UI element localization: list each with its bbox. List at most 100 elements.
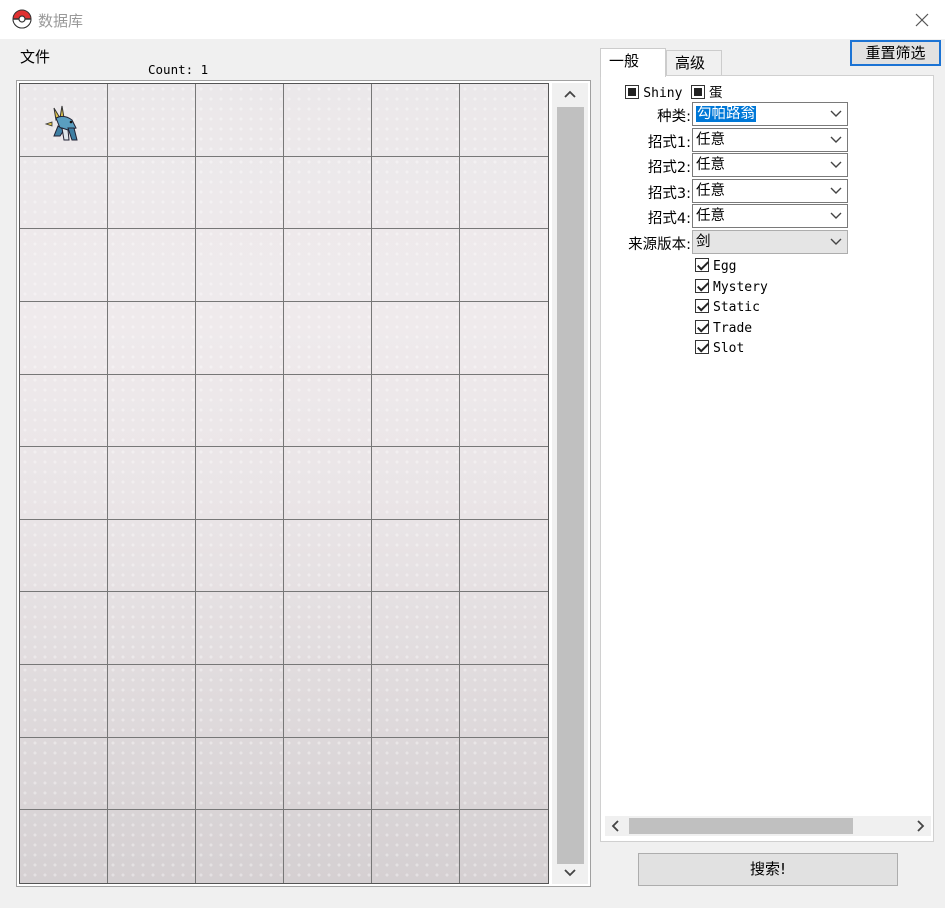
box-slot[interactable]	[284, 665, 372, 738]
box-slot[interactable]	[108, 665, 196, 738]
box-slot[interactable]	[20, 374, 108, 448]
scroll-down-button[interactable]	[552, 862, 588, 884]
horizontal-scroll-thumb[interactable]	[629, 818, 853, 834]
scroll-thumb[interactable]	[557, 107, 584, 864]
box-slot[interactable]	[20, 737, 108, 811]
box-slot[interactable]	[108, 737, 196, 811]
box-slot[interactable]	[460, 592, 548, 666]
box-slot[interactable]	[196, 447, 284, 520]
box-slot[interactable]	[460, 447, 548, 520]
box-slot[interactable]	[284, 519, 372, 593]
box-slot[interactable]	[196, 810, 284, 883]
box-slot[interactable]	[460, 301, 548, 375]
box-slot[interactable]	[196, 229, 284, 302]
box-slot[interactable]	[372, 737, 460, 811]
box-slot[interactable]	[20, 665, 108, 738]
shiny-checkbox[interactable]	[625, 85, 639, 99]
encounter-static[interactable]: Static	[695, 299, 768, 320]
box-slot[interactable]	[20, 592, 108, 666]
box-slot[interactable]	[196, 84, 284, 157]
trade-encounter-checkbox[interactable]	[695, 319, 709, 334]
box-slot[interactable]	[372, 447, 460, 520]
box-slot[interactable]	[108, 519, 196, 593]
box-slot[interactable]	[284, 156, 372, 230]
box-slot[interactable]	[372, 301, 460, 375]
egg-checkbox[interactable]	[690, 85, 705, 99]
species-select[interactable]: 勾帕路翁	[692, 102, 848, 126]
vertical-scrollbar[interactable]	[552, 83, 588, 884]
move1-select[interactable]: 任意	[692, 128, 848, 152]
box-slot[interactable]	[372, 84, 460, 157]
box-slot[interactable]	[196, 374, 284, 448]
box-slot[interactable]	[460, 156, 548, 230]
encounter-mystery[interactable]: Mystery	[695, 278, 768, 300]
box-slot[interactable]	[196, 665, 284, 738]
tab-general[interactable]: 一般	[600, 48, 666, 77]
box-slot[interactable]	[20, 519, 108, 593]
box-slot[interactable]	[372, 374, 460, 448]
mystery-encounter-checkbox[interactable]	[695, 278, 709, 293]
box-slot[interactable]	[460, 737, 548, 811]
box-slot[interactable]	[372, 665, 460, 738]
close-button[interactable]	[899, 0, 945, 40]
box-slot[interactable]	[108, 374, 196, 448]
box-slot[interactable]	[196, 737, 284, 811]
move4-select[interactable]: 任意	[692, 204, 848, 228]
encounter-egg[interactable]: Egg	[695, 258, 768, 279]
scroll-left-button[interactable]	[605, 816, 625, 836]
box-slot[interactable]	[284, 447, 372, 520]
box-slot[interactable]	[196, 519, 284, 593]
box-slot[interactable]	[460, 810, 548, 883]
box-slot[interactable]	[284, 810, 372, 883]
slot-encounter-checkbox[interactable]	[695, 340, 709, 354]
box-slot[interactable]	[284, 737, 372, 811]
box-slot[interactable]	[108, 84, 196, 157]
encounter-slot[interactable]: Slot	[695, 340, 768, 361]
menu-file[interactable]: 文件	[20, 46, 50, 67]
move2-select[interactable]: 任意	[692, 153, 848, 177]
box-slot[interactable]	[196, 301, 284, 375]
scroll-up-button[interactable]	[552, 83, 588, 105]
box-slot[interactable]	[108, 592, 196, 666]
box-slot[interactable]	[284, 301, 372, 375]
box-slot[interactable]	[372, 519, 460, 593]
move3-select[interactable]: 任意	[692, 179, 848, 203]
box-slot[interactable]	[284, 84, 372, 157]
box-slot[interactable]	[108, 156, 196, 230]
box-slot[interactable]	[108, 447, 196, 520]
box-slot[interactable]	[196, 592, 284, 666]
pokemon-sprite-icon	[44, 105, 78, 141]
box-slot[interactable]	[284, 229, 372, 302]
search-button[interactable]: 搜索!	[638, 853, 898, 886]
reset-filters-button[interactable]: 重置筛选	[850, 40, 941, 66]
origin-game-select[interactable]: 剑	[692, 230, 848, 254]
box-slot[interactable]	[460, 519, 548, 593]
box-slot[interactable]	[372, 592, 460, 666]
box-slot[interactable]	[20, 301, 108, 375]
static-encounter-checkbox[interactable]	[695, 299, 709, 313]
box-slot[interactable]	[20, 810, 108, 883]
window-title: 数据库	[38, 12, 84, 30]
box-slot[interactable]	[20, 84, 108, 157]
box-slot[interactable]	[460, 84, 548, 157]
box-slot[interactable]	[372, 229, 460, 302]
box-slot[interactable]	[20, 156, 108, 230]
box-slot[interactable]	[284, 374, 372, 448]
tab-advanced[interactable]: 高级	[666, 50, 722, 76]
box-slot[interactable]	[20, 447, 108, 520]
egg-encounter-checkbox[interactable]	[695, 258, 709, 272]
box-slot[interactable]	[284, 592, 372, 666]
box-slot[interactable]	[460, 374, 548, 448]
horizontal-scrollbar[interactable]	[605, 816, 931, 836]
encounter-trade[interactable]: Trade	[695, 319, 768, 341]
box-slot[interactable]	[460, 229, 548, 302]
box-slot[interactable]	[460, 665, 548, 738]
box-slot[interactable]	[196, 156, 284, 230]
box-slot[interactable]	[108, 301, 196, 375]
box-slot[interactable]	[372, 156, 460, 230]
box-slot[interactable]	[108, 229, 196, 302]
scroll-right-button[interactable]	[911, 816, 931, 836]
box-slot[interactable]	[108, 810, 196, 883]
box-slot[interactable]	[20, 229, 108, 302]
box-slot[interactable]	[372, 810, 460, 883]
